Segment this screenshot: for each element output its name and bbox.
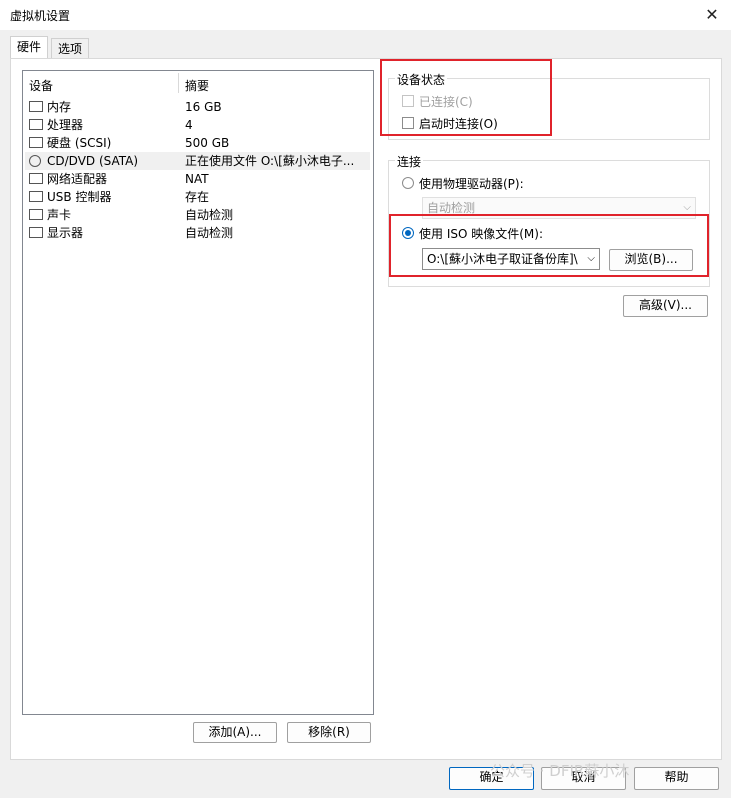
device-name: 处理器	[47, 118, 84, 132]
tab-hardware[interactable]: 硬件	[10, 36, 49, 59]
device-name: 硬盘 (SCSI)	[47, 136, 112, 150]
network-adapter-icon	[29, 173, 43, 184]
device-summary: 正在使用文件 O:\[蘇小沐电子...	[185, 154, 355, 168]
device-summary: 自动检测	[185, 208, 234, 222]
window-title: 虚拟机设置	[10, 9, 71, 23]
connection-title: 连接	[395, 153, 424, 170]
display-icon	[29, 227, 43, 238]
device-row-network-adapter[interactable]: 网络适配器 NAT	[25, 170, 370, 188]
device-row-cd-dvd[interactable]: CD/DVD (SATA) 正在使用文件 O:\[蘇小沐电子...	[25, 152, 370, 170]
watermark: 公众号 · DFIR蘇小沐	[490, 762, 630, 780]
device-name: 显示器	[47, 226, 84, 240]
advanced-button[interactable]: 高级(V)...	[623, 295, 708, 317]
remove-device-button[interactable]: 移除(R)	[287, 722, 371, 743]
memory-icon	[29, 101, 43, 112]
add-device-button[interactable]: 添加(A)...	[193, 722, 277, 743]
device-summary: 4	[185, 118, 193, 132]
device-row-display[interactable]: 显示器 自动检测	[25, 224, 370, 242]
device-summary: 存在	[185, 190, 210, 204]
device-summary: NAT	[185, 172, 209, 186]
device-row-usb-controller[interactable]: USB 控制器 存在	[25, 188, 370, 206]
device-row-sound-card[interactable]: 声卡 自动检测	[25, 206, 370, 224]
device-row-processor[interactable]: 处理器 4	[25, 116, 370, 134]
device-summary: 自动检测	[185, 226, 234, 240]
use-physical-drive-radio[interactable]	[402, 177, 414, 189]
hard-disk-icon	[29, 137, 43, 148]
sound-card-icon	[29, 209, 43, 220]
device-name: 内存	[47, 100, 72, 114]
device-summary: 500 GB	[185, 136, 230, 150]
cd-dvd-icon	[29, 155, 41, 167]
help-button[interactable]: 帮助	[634, 767, 719, 790]
column-separator[interactable]	[178, 73, 179, 93]
highlight-box-device-status	[380, 59, 552, 136]
title-bar: 虚拟机设置 ✕	[0, 0, 731, 30]
device-row-memory[interactable]: 内存 16 GB	[25, 98, 370, 116]
device-list[interactable]: 设备 摘要 内存 16 GB 处理器 4 硬盘 (SCSI) 500 GB CD…	[22, 70, 374, 715]
column-header-summary[interactable]: 摘要	[185, 77, 209, 94]
device-name: USB 控制器	[47, 190, 112, 204]
column-header-device[interactable]: 设备	[29, 77, 53, 94]
physical-drive-value: 自动检测	[427, 201, 476, 215]
device-name: 声卡	[47, 208, 72, 222]
highlight-box-iso	[389, 214, 709, 277]
tab-strip: 硬件 选项	[0, 36, 731, 60]
usb-icon	[29, 191, 43, 202]
device-summary: 16 GB	[185, 100, 222, 114]
tab-options[interactable]: 选项	[51, 38, 90, 59]
close-icon[interactable]: ✕	[701, 4, 723, 26]
device-name: 网络适配器	[47, 172, 108, 186]
use-physical-drive-label[interactable]: 使用物理驱动器(P):	[419, 175, 524, 192]
device-row-hard-disk[interactable]: 硬盘 (SCSI) 500 GB	[25, 134, 370, 152]
processor-icon	[29, 119, 43, 130]
device-name: CD/DVD (SATA)	[47, 154, 139, 168]
